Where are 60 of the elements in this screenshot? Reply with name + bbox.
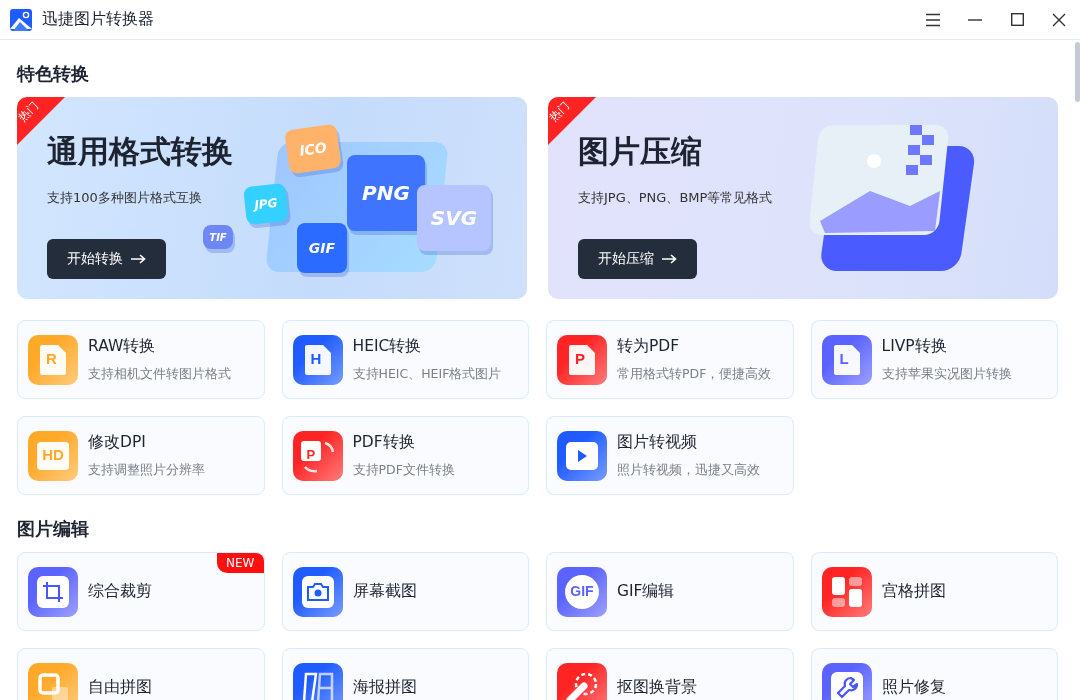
tool-title: 自由拼图 <box>88 677 152 698</box>
tool-description: 支持相机文件转图片格式 <box>88 366 231 383</box>
tool-description: 支持HEIC、HEIF格式图片 <box>352 366 502 383</box>
maximize-icon <box>1010 13 1024 26</box>
tool-title: 照片修复 <box>881 677 946 698</box>
tool-card[interactable]: 屏幕截图 <box>281 552 529 631</box>
tool-description: 支持PDF文件转换 <box>352 462 455 479</box>
start-button[interactable]: 开始转换 <box>47 239 166 279</box>
tool-icon: R <box>28 334 78 385</box>
tool-card[interactable]: P 转为PDF 常用格式转PDF，便捷高效 <box>546 320 794 399</box>
format-tile: TIF <box>203 225 233 249</box>
minimize-icon <box>968 18 982 21</box>
format-tile: GIF <box>297 223 347 273</box>
tool-icon: L <box>821 334 872 385</box>
tool-card[interactable]: R RAW转换 支持相机文件转图片格式 <box>17 320 265 399</box>
tool-title: 屏幕截图 <box>352 581 417 602</box>
tool-card[interactable]: 综合裁剪 NEW <box>17 552 265 631</box>
close-icon <box>1052 12 1066 27</box>
format-tile: PNG <box>347 155 425 231</box>
tool-icon: P <box>557 334 607 385</box>
tool-card[interactable]: HD 修改DPI 支持调整照片分辨率 <box>17 416 265 495</box>
arrow-right-icon <box>131 254 146 264</box>
tool-icon: H <box>292 334 343 385</box>
tool-icon: GIF <box>557 566 607 617</box>
start-button[interactable]: 开始压缩 <box>578 239 697 279</box>
tool-title: 图片转视频 <box>617 432 698 453</box>
tool-title: 综合裁剪 <box>88 581 152 602</box>
tool-title: 海报拼图 <box>352 677 417 698</box>
tool-icon: P <box>292 430 343 481</box>
tool-description: 照片转视频，迅捷又高效 <box>617 462 760 479</box>
app-logo-icon <box>10 8 32 31</box>
banner-subtitle: 支持100多种图片格式互换 <box>47 189 202 207</box>
section-title: 图片编辑 <box>17 518 90 541</box>
tool-card[interactable]: GIF GIF编辑 <box>546 552 794 631</box>
tool-card[interactable]: L LIVP转换 支持苹果实况图片转换 <box>810 320 1058 399</box>
menu-icon <box>925 12 941 27</box>
new-badge: NEW <box>217 553 264 573</box>
tool-description: 支持调整照片分辨率 <box>88 462 205 479</box>
tool-description: 常用格式转PDF，便捷高效 <box>617 366 772 383</box>
tool-title: 宫格拼图 <box>881 581 946 602</box>
tool-title: 转为PDF <box>617 336 681 357</box>
tool-title: GIF编辑 <box>617 581 675 602</box>
tool-card[interactable]: 图片转视频 照片转视频，迅捷又高效 <box>546 416 794 495</box>
tool-card[interactable]: 宫格拼图 <box>810 552 1058 631</box>
tool-card[interactable]: H HEIC转换 支持HEIC、HEIF格式图片 <box>281 320 529 399</box>
banner-subtitle: 支持JPG、PNG、BMP等常见格式 <box>578 189 773 207</box>
tool-card[interactable]: P PDF转换 支持PDF文件转换 <box>281 416 529 495</box>
window-title: 迅捷图片转换器 <box>42 9 155 30</box>
tool-title: HEIC转换 <box>352 336 423 357</box>
tool-title: PDF转换 <box>352 432 416 453</box>
tool-title: LIVP转换 <box>881 336 948 357</box>
tool-title: RAW转换 <box>88 336 157 357</box>
scrollbar-thumb[interactable] <box>1075 42 1080 102</box>
arrow-right-icon <box>662 254 677 264</box>
section-title: 特色转换 <box>17 63 90 86</box>
tool-title: 抠图换背景 <box>617 677 697 698</box>
tool-icon: HD <box>28 430 78 481</box>
format-tile: SVG <box>417 185 491 251</box>
tool-title: 修改DPI <box>88 432 147 453</box>
tool-description: 支持苹果实况图片转换 <box>881 366 1012 383</box>
